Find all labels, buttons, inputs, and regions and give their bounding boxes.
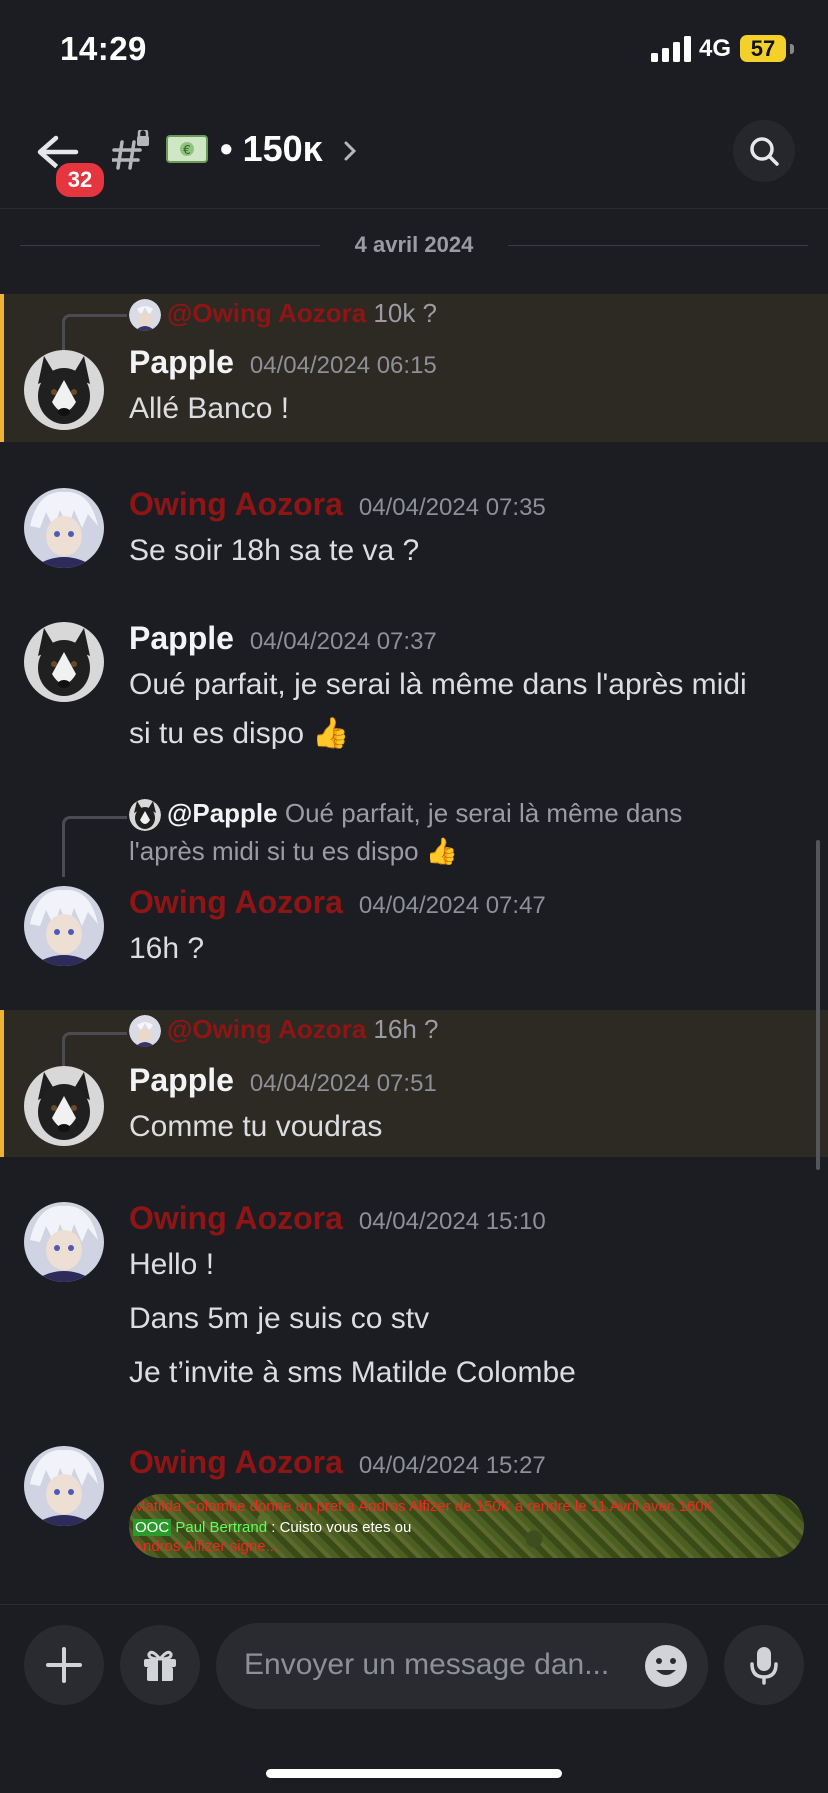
message-text: Dans 5m je suis co stv xyxy=(129,1302,430,1335)
ooc-tag: OOC xyxy=(133,1519,172,1536)
status-bar: 14:29 4G 57 xyxy=(0,0,828,100)
add-attachment-button[interactable] xyxy=(24,1625,104,1705)
search-icon xyxy=(750,137,779,166)
locked-channel-icon xyxy=(112,130,149,170)
reply-mention: @Owing Aozora xyxy=(167,1014,367,1044)
reply-preview[interactable]: @Papple Oué parfait, je serai là même da… xyxy=(129,798,683,832)
message-author[interactable]: Owing Aozora 04/04/2024 07:35 xyxy=(129,486,546,523)
message-timestamp: 04/04/2024 06:15 xyxy=(249,352,437,379)
message-input-placeholder: Envoyer un message dan... xyxy=(244,1648,610,1681)
avatar-husky[interactable] xyxy=(24,350,104,430)
author-name[interactable]: Owing Aozora xyxy=(129,1444,343,1480)
reply-mention: @Papple xyxy=(167,798,278,828)
avatar-husky[interactable] xyxy=(24,622,104,702)
message-input[interactable]: Envoyer un message dan... xyxy=(216,1623,708,1709)
battery-icon: 57 xyxy=(740,35,786,62)
svg-text:€: € xyxy=(183,143,191,157)
message-text: si tu es dispo 👍 xyxy=(129,717,350,750)
message-author[interactable]: Papple 04/04/2024 06:15 xyxy=(129,344,437,381)
chevron-right-icon[interactable] xyxy=(343,140,357,162)
image-attachment[interactable]: Matilda Colombe donne un pret a Andros A… xyxy=(129,1494,804,1558)
channel-header: 32 € • 150ĸ xyxy=(0,100,828,209)
message-timestamp: 04/04/2024 07:37 xyxy=(249,628,437,655)
divider-line xyxy=(508,245,808,246)
message-author[interactable]: Papple 04/04/2024 07:37 xyxy=(129,620,437,657)
avatar-white-hair[interactable] xyxy=(24,488,104,568)
reply-preview[interactable]: @Owing Aozora 16h ? xyxy=(129,1014,439,1048)
message-text: Se soir 18h sa te va ? xyxy=(129,534,420,567)
author-name[interactable]: Owing Aozora xyxy=(129,486,343,522)
reply-mention: @Owing Aozora xyxy=(167,298,367,328)
message-timestamp: 04/04/2024 07:35 xyxy=(358,494,546,521)
message-text: Allé Banco ! xyxy=(129,392,290,425)
channel-title[interactable]: • 150ĸ xyxy=(220,128,323,170)
message-timestamp: 04/04/2024 07:51 xyxy=(249,1070,437,1097)
message-author[interactable]: Owing Aozora 04/04/2024 15:10 xyxy=(129,1200,546,1237)
network-type: 4G xyxy=(699,35,732,62)
message-item[interactable]: Owing Aozora 04/04/2024 15:10 Hello ! Dan… xyxy=(0,1188,828,1408)
message-item[interactable]: Papple 04/04/2024 07:37 Oué parfait, je s… xyxy=(0,606,828,756)
microphone-icon xyxy=(750,1647,778,1685)
message-item[interactable]: Owing Aozora 04/04/2024 15:27 Matilda Col… xyxy=(0,1432,828,1582)
author-name[interactable]: Papple xyxy=(129,344,234,380)
search-button[interactable] xyxy=(733,120,795,182)
embed-speaker: Paul Bertrand xyxy=(175,1519,268,1536)
date-divider: 4 avril 2024 xyxy=(20,232,808,258)
message-item[interactable]: @Owing Aozora 16h ? Papple 04/04/2024 07:… xyxy=(0,1010,828,1157)
author-name[interactable]: Papple xyxy=(129,620,234,656)
embed-line: Andros Alfizer signe... xyxy=(133,1538,279,1555)
message-item[interactable]: @Papple Oué parfait, je serai là même da… xyxy=(0,796,828,976)
gift-icon xyxy=(144,1650,176,1681)
reply-text-continued: l'après midi si tu es dispo 👍 xyxy=(129,836,459,866)
reply-avatar-icon xyxy=(129,799,161,832)
embed-speech: : Cuisto vous etes ou xyxy=(271,1519,412,1536)
reply-text: Oué parfait, je serai là même dans xyxy=(284,798,683,828)
avatar-white-hair[interactable] xyxy=(24,1202,104,1282)
unread-badge: 32 xyxy=(53,160,107,200)
euro-banknote-icon: € xyxy=(166,135,208,163)
message-item[interactable]: Owing Aozora 04/04/2024 07:35 Se soir 18h… xyxy=(0,470,828,580)
gift-button[interactable] xyxy=(120,1625,200,1705)
message-timestamp: 04/04/2024 07:47 xyxy=(358,892,546,919)
reply-text: 16h ? xyxy=(373,1014,439,1044)
message-timestamp: 04/04/2024 15:10 xyxy=(358,1208,546,1235)
avatar-husky[interactable] xyxy=(24,1066,104,1146)
message-composer: Envoyer un message dan... xyxy=(0,1604,828,1793)
voice-message-button[interactable] xyxy=(724,1625,804,1705)
emoji-icon[interactable] xyxy=(644,1644,688,1688)
scrollbar[interactable] xyxy=(816,840,820,1170)
embed-line: OOC Paul Bertrand : Cuisto vous etes ou xyxy=(133,1519,411,1536)
signal-icon xyxy=(651,36,691,62)
message-author[interactable]: Papple 04/04/2024 07:51 xyxy=(129,1062,437,1099)
battery-tip xyxy=(790,44,794,54)
author-name[interactable]: Owing Aozora xyxy=(129,1200,343,1236)
message-text: Je t’invite à sms Matilde Colombe xyxy=(129,1356,576,1389)
message-text: Comme tu voudras xyxy=(129,1110,383,1143)
reply-avatar-icon xyxy=(129,299,161,332)
status-time: 14:29 xyxy=(60,30,147,67)
author-name[interactable]: Papple xyxy=(129,1062,234,1098)
message-author[interactable]: Owing Aozora 04/04/2024 07:47 xyxy=(129,884,546,921)
avatar-white-hair[interactable] xyxy=(24,1446,104,1526)
message-text: 16h ? xyxy=(129,932,205,965)
plus-icon xyxy=(46,1647,82,1683)
author-name[interactable]: Owing Aozora xyxy=(129,884,343,920)
message-timestamp: 04/04/2024 15:27 xyxy=(358,1452,546,1479)
message-text: Oué parfait, je serai là même dans l'apr… xyxy=(129,668,747,701)
message-text: Hello ! xyxy=(129,1248,215,1281)
message-item[interactable]: @Owing Aozora 10k ? Papple 04/04/2024 06:… xyxy=(0,294,828,442)
embed-line: Matilda Colombe donne un pret a Andros A… xyxy=(133,1498,714,1515)
home-indicator xyxy=(266,1769,562,1778)
reply-text: 10k ? xyxy=(373,298,438,328)
avatar-white-hair[interactable] xyxy=(24,886,104,966)
reply-avatar-icon xyxy=(129,1015,161,1048)
message-author[interactable]: Owing Aozora 04/04/2024 15:27 xyxy=(129,1444,546,1481)
reply-connector xyxy=(62,816,127,877)
reply-preview[interactable]: @Owing Aozora 10k ? xyxy=(129,298,438,332)
